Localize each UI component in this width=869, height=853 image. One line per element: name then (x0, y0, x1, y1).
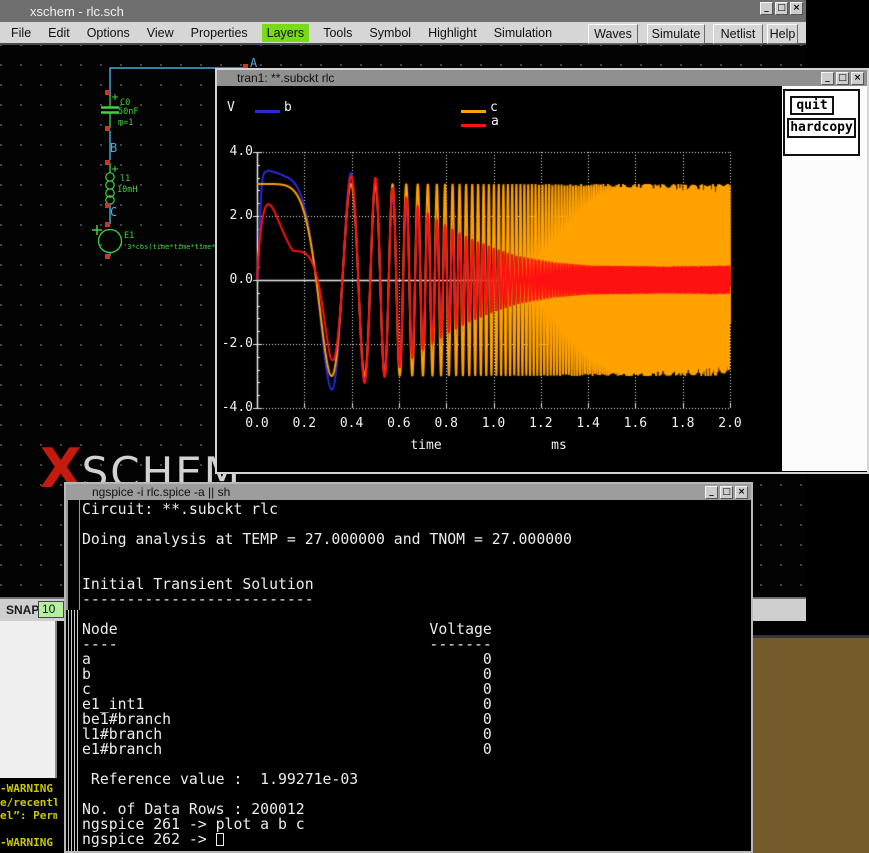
legend-label-a: a (491, 114, 499, 129)
inductor-ref: l1 (120, 174, 130, 184)
x-tick-label: 0.2 (289, 416, 319, 431)
maximize-button-icon[interactable]: □ (836, 72, 849, 85)
source-ref: E1 (124, 231, 134, 241)
net-label-c[interactable]: C (110, 205, 117, 219)
terminal-output: Circuit: **.subckt rlc Doing analysis at… (82, 502, 572, 832)
plot-area: V b c a time ms 0.0 0.2 0.4 0.6 0.8 1.0 1.2 1.4… (217, 86, 782, 471)
help-button[interactable]: Help (767, 24, 798, 44)
terminal-window-title: ngspice -i rlc.spice -a || sh (92, 485, 230, 499)
plot-window-controls: _□× (819, 72, 864, 85)
menu-properties[interactable]: Properties (188, 24, 251, 42)
legend-swatch-b (255, 110, 280, 113)
x-tick-label: 1.2 (526, 416, 556, 431)
capacitor-param: m=1 (118, 118, 133, 128)
maximize-button-icon[interactable]: □ (720, 486, 733, 499)
legend-label-b: b (284, 100, 292, 115)
source-symbol[interactable] (92, 225, 122, 253)
legend-swatch-a (461, 124, 486, 127)
menu-symbol[interactable]: Symbol (366, 24, 414, 42)
terminal-cursor (216, 833, 224, 846)
x-tick-label: 1.6 (620, 416, 650, 431)
menu-tools[interactable]: Tools (320, 24, 355, 42)
terminal-titlebar[interactable]: ngspice -i rlc.spice -a || sh _□× (66, 484, 751, 500)
x-tick-label: 0.4 (337, 416, 367, 431)
menu-file[interactable]: File (8, 24, 34, 42)
close-button-icon[interactable]: × (735, 486, 748, 499)
menu-edit[interactable]: Edit (45, 24, 73, 42)
plot-side-panel: quit hardcopy (782, 86, 867, 471)
menu-bar: File Edit Options View Properties Layers Tools… (0, 22, 806, 45)
minimize-button-icon[interactable]: _ (821, 72, 834, 85)
x-axis-unit: ms (529, 438, 589, 453)
minimize-button-icon[interactable]: _ (705, 486, 718, 499)
terminal-scrollbar[interactable] (66, 500, 80, 851)
menu-view[interactable]: View (144, 24, 177, 42)
minimize-button-icon[interactable]: _ (760, 2, 773, 15)
warning-text: -WARNING e/recently el”: Perm -WARNING (0, 778, 57, 850)
terminal-prompt-row[interactable]: ngspice 262 -> (82, 832, 224, 847)
plot-button-box: quit hardcopy (783, 89, 860, 156)
y-tick-label: 0.0 (217, 272, 253, 287)
x-axis-title: time (396, 438, 456, 453)
x-tick-label: 0.8 (431, 416, 461, 431)
legend-swatch-c (461, 110, 486, 113)
x-tick-label: 2.0 (715, 416, 745, 431)
close-button-icon[interactable]: × (790, 2, 803, 15)
menu-layers[interactable]: Layers (262, 24, 310, 42)
inductor-symbol[interactable] (106, 163, 118, 204)
menu-options[interactable]: Options (84, 24, 133, 42)
xschem-window-title: xschem - rlc.sch (30, 4, 124, 19)
background-window (752, 635, 869, 853)
simulate-button[interactable]: Simulate (647, 24, 705, 44)
terminal-screen[interactable]: Circuit: **.subckt rlc Doing analysis at… (66, 500, 751, 851)
y-tick-label: -2.0 (217, 336, 253, 351)
terminal-scrollbar-trough (66, 500, 80, 610)
plot-titlebar[interactable]: tran1: **.subckt rlc _□× (217, 70, 867, 86)
y-axis-unit-label: V (227, 100, 235, 115)
hardcopy-button[interactable]: hardcopy (787, 118, 856, 138)
menu-highlight[interactable]: Highlight (425, 24, 480, 42)
terminal-window: ngspice -i rlc.spice -a || sh _□× Circui… (64, 482, 753, 853)
background-terminal-fragment: -WARNING e/recently el”: Perm -WARNING (0, 778, 57, 853)
plot-canvas (217, 86, 782, 471)
close-button-icon[interactable]: × (851, 72, 864, 85)
x-tick-label: 0.0 (242, 416, 272, 431)
capacitor-value: 50nF (118, 107, 138, 117)
inductor-value: 10mH (117, 185, 137, 195)
legend-label-c: c (490, 100, 498, 115)
y-tick-label: 2.0 (217, 208, 253, 223)
terminal-prompt: ngspice 262 -> (82, 831, 216, 848)
maximize-button-icon[interactable]: □ (775, 2, 788, 15)
plot-window: tran1: **.subckt rlc _□× V b c a time ms… (215, 68, 869, 474)
menu-simulation[interactable]: Simulation (491, 24, 555, 42)
x-tick-label: 1.0 (479, 416, 509, 431)
xschem-window-controls: _□× (758, 2, 803, 15)
capacitor-symbol[interactable] (101, 94, 119, 128)
waves-button[interactable]: Waves (588, 24, 638, 44)
xschem-titlebar[interactable]: xschem - rlc.sch _□× (0, 0, 806, 22)
net-label-b[interactable]: B (110, 141, 117, 155)
snap-input[interactable]: 10 (38, 601, 64, 618)
quit-button[interactable]: quit (790, 96, 834, 115)
y-tick-label: -4.0 (217, 400, 253, 415)
y-tick-label: 4.0 (217, 144, 253, 159)
netlist-button[interactable]: Netlist (713, 24, 763, 44)
x-tick-label: 0.6 (384, 416, 414, 431)
x-tick-label: 1.4 (573, 416, 603, 431)
x-tick-label: 1.8 (668, 416, 698, 431)
terminal-window-controls: _□× (703, 486, 748, 499)
background-dialog-fragment (0, 621, 57, 778)
plot-window-title: tran1: **.subckt rlc (237, 71, 334, 85)
